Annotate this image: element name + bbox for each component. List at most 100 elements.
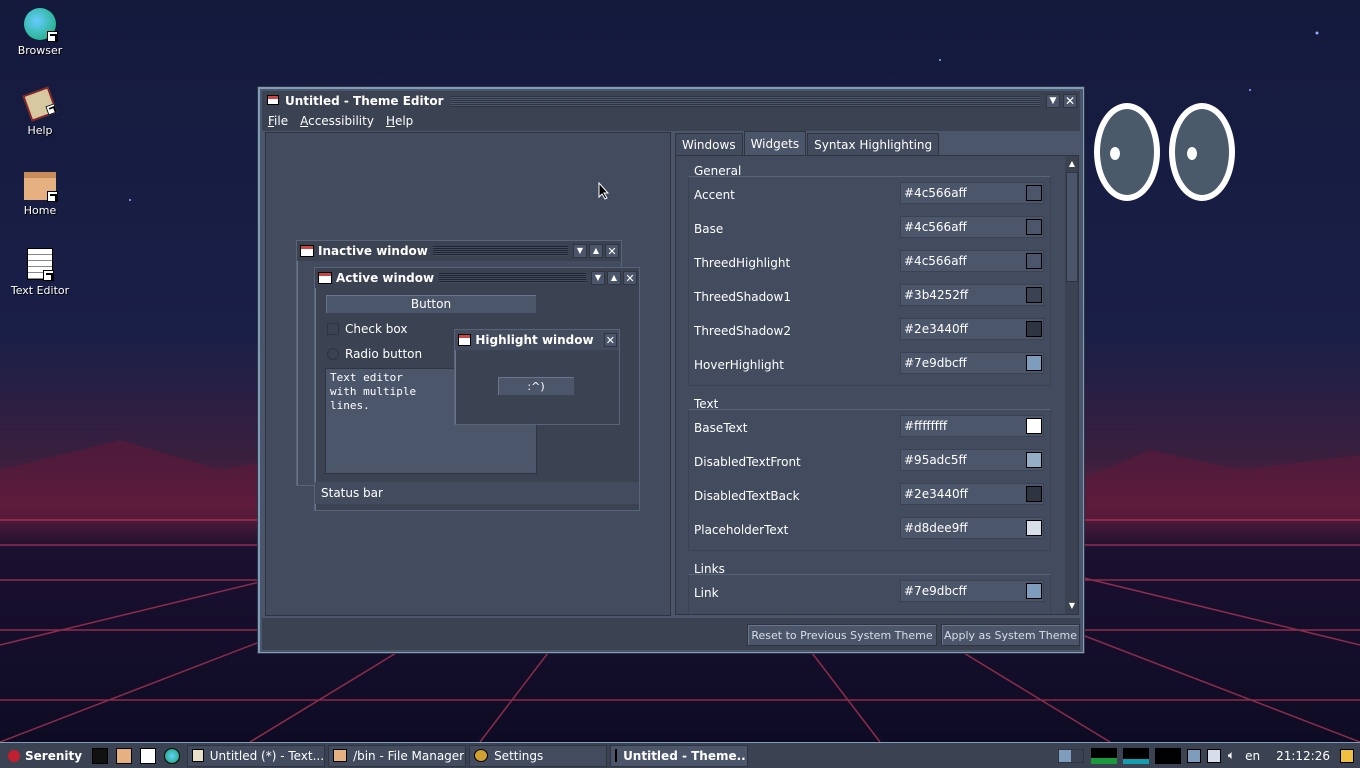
color-value-input[interactable]: #ffffffff: [900, 415, 1044, 437]
network-icon[interactable]: [1186, 748, 1201, 763]
apply-theme-button[interactable]: Apply as System Theme: [941, 624, 1080, 646]
checkbox-label: Check box: [345, 322, 408, 336]
scroll-down-arrow-icon[interactable]: ▼: [1065, 598, 1078, 612]
color-swatch[interactable]: [1026, 452, 1042, 468]
group-title: General: [694, 164, 742, 178]
close-icon: ✕: [625, 271, 635, 285]
keyboard-layout-indicator[interactable]: en: [1245, 749, 1260, 763]
color-swatch[interactable]: [1026, 486, 1042, 502]
task-settings[interactable]: Settings: [469, 744, 608, 767]
globe-icon: [24, 8, 58, 42]
active-minimize-button[interactable]: ▼: [591, 271, 605, 285]
volume-icon[interactable]: 🔈︎: [1228, 748, 1235, 763]
color-swatch[interactable]: [1026, 418, 1042, 434]
inactive-maximize-button[interactable]: ▲: [589, 244, 603, 258]
task-label: Settings: [494, 748, 544, 763]
preview-checkbox[interactable]: Check box: [327, 322, 407, 336]
task-file-manager[interactable]: /bin - File Manager: [328, 744, 467, 767]
color-value-input[interactable]: #4c566aff: [900, 216, 1044, 238]
clipboard-icon[interactable]: [1206, 748, 1221, 763]
color-value-input[interactable]: #2e3440ff: [900, 318, 1044, 340]
color-value-input[interactable]: #4c566aff: [900, 250, 1044, 272]
text-editor-icon: [192, 749, 204, 762]
network-graph-icon[interactable]: [1154, 747, 1181, 764]
highlight-window-title: Highlight window: [475, 333, 594, 347]
cpu-graph-icon[interactable]: [1090, 747, 1117, 764]
color-value-input[interactable]: #3b4252ff: [900, 284, 1044, 306]
titlebar-stripes: [449, 95, 1040, 107]
desktop-icon-label: Help: [27, 124, 53, 137]
system-tray: 🔈︎ en 21:12:26: [1054, 743, 1360, 768]
menu-file[interactable]: File: [268, 114, 288, 128]
file-manager-icon[interactable]: [116, 747, 133, 764]
color-value-input[interactable]: #95adc5ff: [900, 449, 1044, 471]
window-titlebar[interactable]: Untitled - Theme Editor ▼ ✕: [262, 91, 1080, 111]
color-value-input[interactable]: #2e3440ff: [900, 483, 1044, 505]
menu-help[interactable]: Help: [386, 114, 413, 128]
color-swatch[interactable]: [1026, 583, 1042, 599]
text-editor-icon[interactable]: [140, 747, 157, 764]
active-close-button[interactable]: ✕: [623, 271, 637, 285]
color-role-name: BaseText: [694, 421, 748, 435]
color-swatch[interactable]: [1026, 520, 1042, 536]
color-value-input[interactable]: #4c566aff: [900, 182, 1044, 204]
task-text-editor[interactable]: Untitled (*) - Text...: [187, 744, 326, 767]
group-title: Links: [694, 562, 725, 576]
home-folder-icon: [24, 172, 58, 202]
scrollbar-thumb[interactable]: [1066, 172, 1078, 282]
workspace-switcher-icon[interactable]: [1057, 748, 1084, 763]
chevron-down-icon: ▼: [576, 246, 584, 255]
color-swatch[interactable]: [1026, 253, 1042, 269]
inactive-minimize-button[interactable]: ▼: [573, 244, 587, 258]
highlight-close-button[interactable]: ✕: [603, 333, 617, 347]
highlight-button[interactable]: :^): [497, 376, 575, 396]
terminal-icon[interactable]: [92, 747, 109, 764]
memory-graph-icon[interactable]: [1122, 747, 1149, 764]
color-swatch[interactable]: [1026, 321, 1042, 337]
tab-bar: Windows Widgets Syntax Highlighting: [675, 131, 940, 155]
color-role-name: ThreedShadow1: [694, 290, 791, 304]
scroll-up-arrow-icon[interactable]: ▲: [1065, 156, 1078, 170]
preview-radio-button[interactable]: Radio button: [327, 347, 422, 361]
menubar: File Accessibility Help: [262, 111, 1080, 131]
close-icon: ✕: [607, 244, 617, 258]
start-menu-label: Serenity: [25, 748, 83, 763]
inactive-close-button[interactable]: ✕: [605, 244, 619, 258]
preview-button[interactable]: Button: [325, 294, 537, 314]
active-maximize-button[interactable]: ▲: [607, 271, 621, 285]
group-title: Text: [694, 397, 719, 411]
color-role-name: PlaceholderText: [694, 523, 789, 537]
chevron-down-icon: ▼: [1049, 95, 1057, 106]
tab-syntax-highlighting[interactable]: Syntax Highlighting: [807, 133, 940, 155]
color-value-input[interactable]: #d8dee9ff: [900, 517, 1044, 539]
tab-windows[interactable]: Windows: [675, 133, 743, 155]
browser-icon[interactable]: [164, 747, 181, 764]
color-swatch[interactable]: [1026, 219, 1042, 235]
desktop-icon-text-editor[interactable]: Text Editor: [4, 248, 76, 310]
reset-theme-button[interactable]: Reset to Previous System Theme: [747, 624, 937, 646]
inactive-window-title: Inactive window: [318, 244, 428, 258]
desktop-icon-browser[interactable]: Browser: [4, 8, 76, 70]
theme-editor-app-icon: [267, 95, 281, 107]
menu-accessibility[interactable]: Accessibility: [300, 114, 374, 128]
color-value-input[interactable]: #7e9dbcff: [900, 352, 1044, 374]
tab-widgets[interactable]: Widgets: [743, 131, 807, 155]
taskbar: Serenity Untitled (*) - Text... /bin - F…: [0, 742, 1360, 768]
notes-icon[interactable]: [1340, 748, 1354, 763]
clock[interactable]: 21:12:26: [1276, 749, 1330, 763]
window-close-button[interactable]: ✕: [1063, 94, 1077, 108]
chevron-up-icon: ▲: [592, 246, 600, 255]
window-minimize-button[interactable]: ▼: [1046, 94, 1060, 108]
color-swatch[interactable]: [1026, 185, 1042, 201]
eyes-applet-right-eye: [1169, 103, 1235, 201]
task-theme-editor[interactable]: Untitled - Theme...: [610, 744, 749, 767]
desktop-icon-home[interactable]: Home: [4, 168, 76, 230]
color-swatch[interactable]: [1026, 287, 1042, 303]
start-menu-button[interactable]: Serenity: [0, 745, 88, 767]
settings-scrollbar[interactable]: ▲ ▼: [1065, 156, 1078, 614]
window-icon: [300, 245, 314, 257]
color-swatch[interactable]: [1026, 355, 1042, 371]
gear-icon: [474, 749, 489, 762]
desktop-icon-help[interactable]: Help: [4, 86, 76, 150]
color-value-input[interactable]: #7e9dbcff: [900, 580, 1044, 602]
